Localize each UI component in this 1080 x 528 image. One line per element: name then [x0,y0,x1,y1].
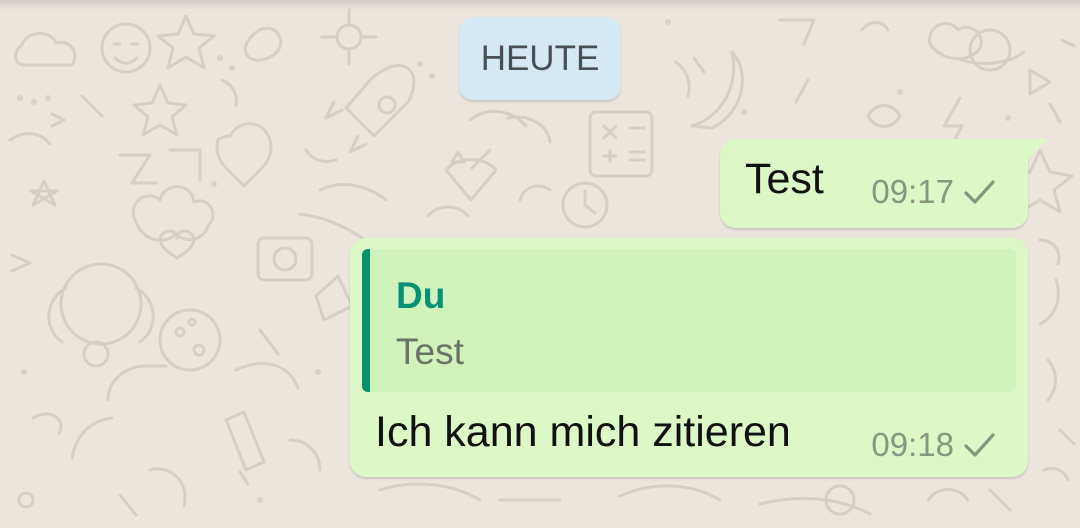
message-time: 09:17 [871,173,954,210]
date-separator: HEUTE [459,17,621,100]
outgoing-message[interactable]: Test 09:17 [720,139,1048,228]
quoted-message[interactable]: Du Test [362,249,1016,392]
outgoing-reply-message[interactable]: Du Test Ich kann mich zitieren 09:18 [350,238,1028,477]
check-icon [964,180,995,204]
message-time: 09:18 [871,426,954,463]
message-meta: 09:18 [871,426,996,464]
bubble-tail [1028,139,1048,159]
check-icon [964,433,995,457]
top-shadow [0,0,1080,10]
quote-accent-bar [362,249,370,392]
quote-text: Test [396,331,464,372]
message-text: Ich kann mich zitieren [375,408,791,456]
message-meta: 09:17 [871,173,996,211]
message-text: Test [745,155,824,203]
quote-author: Du [396,275,446,316]
